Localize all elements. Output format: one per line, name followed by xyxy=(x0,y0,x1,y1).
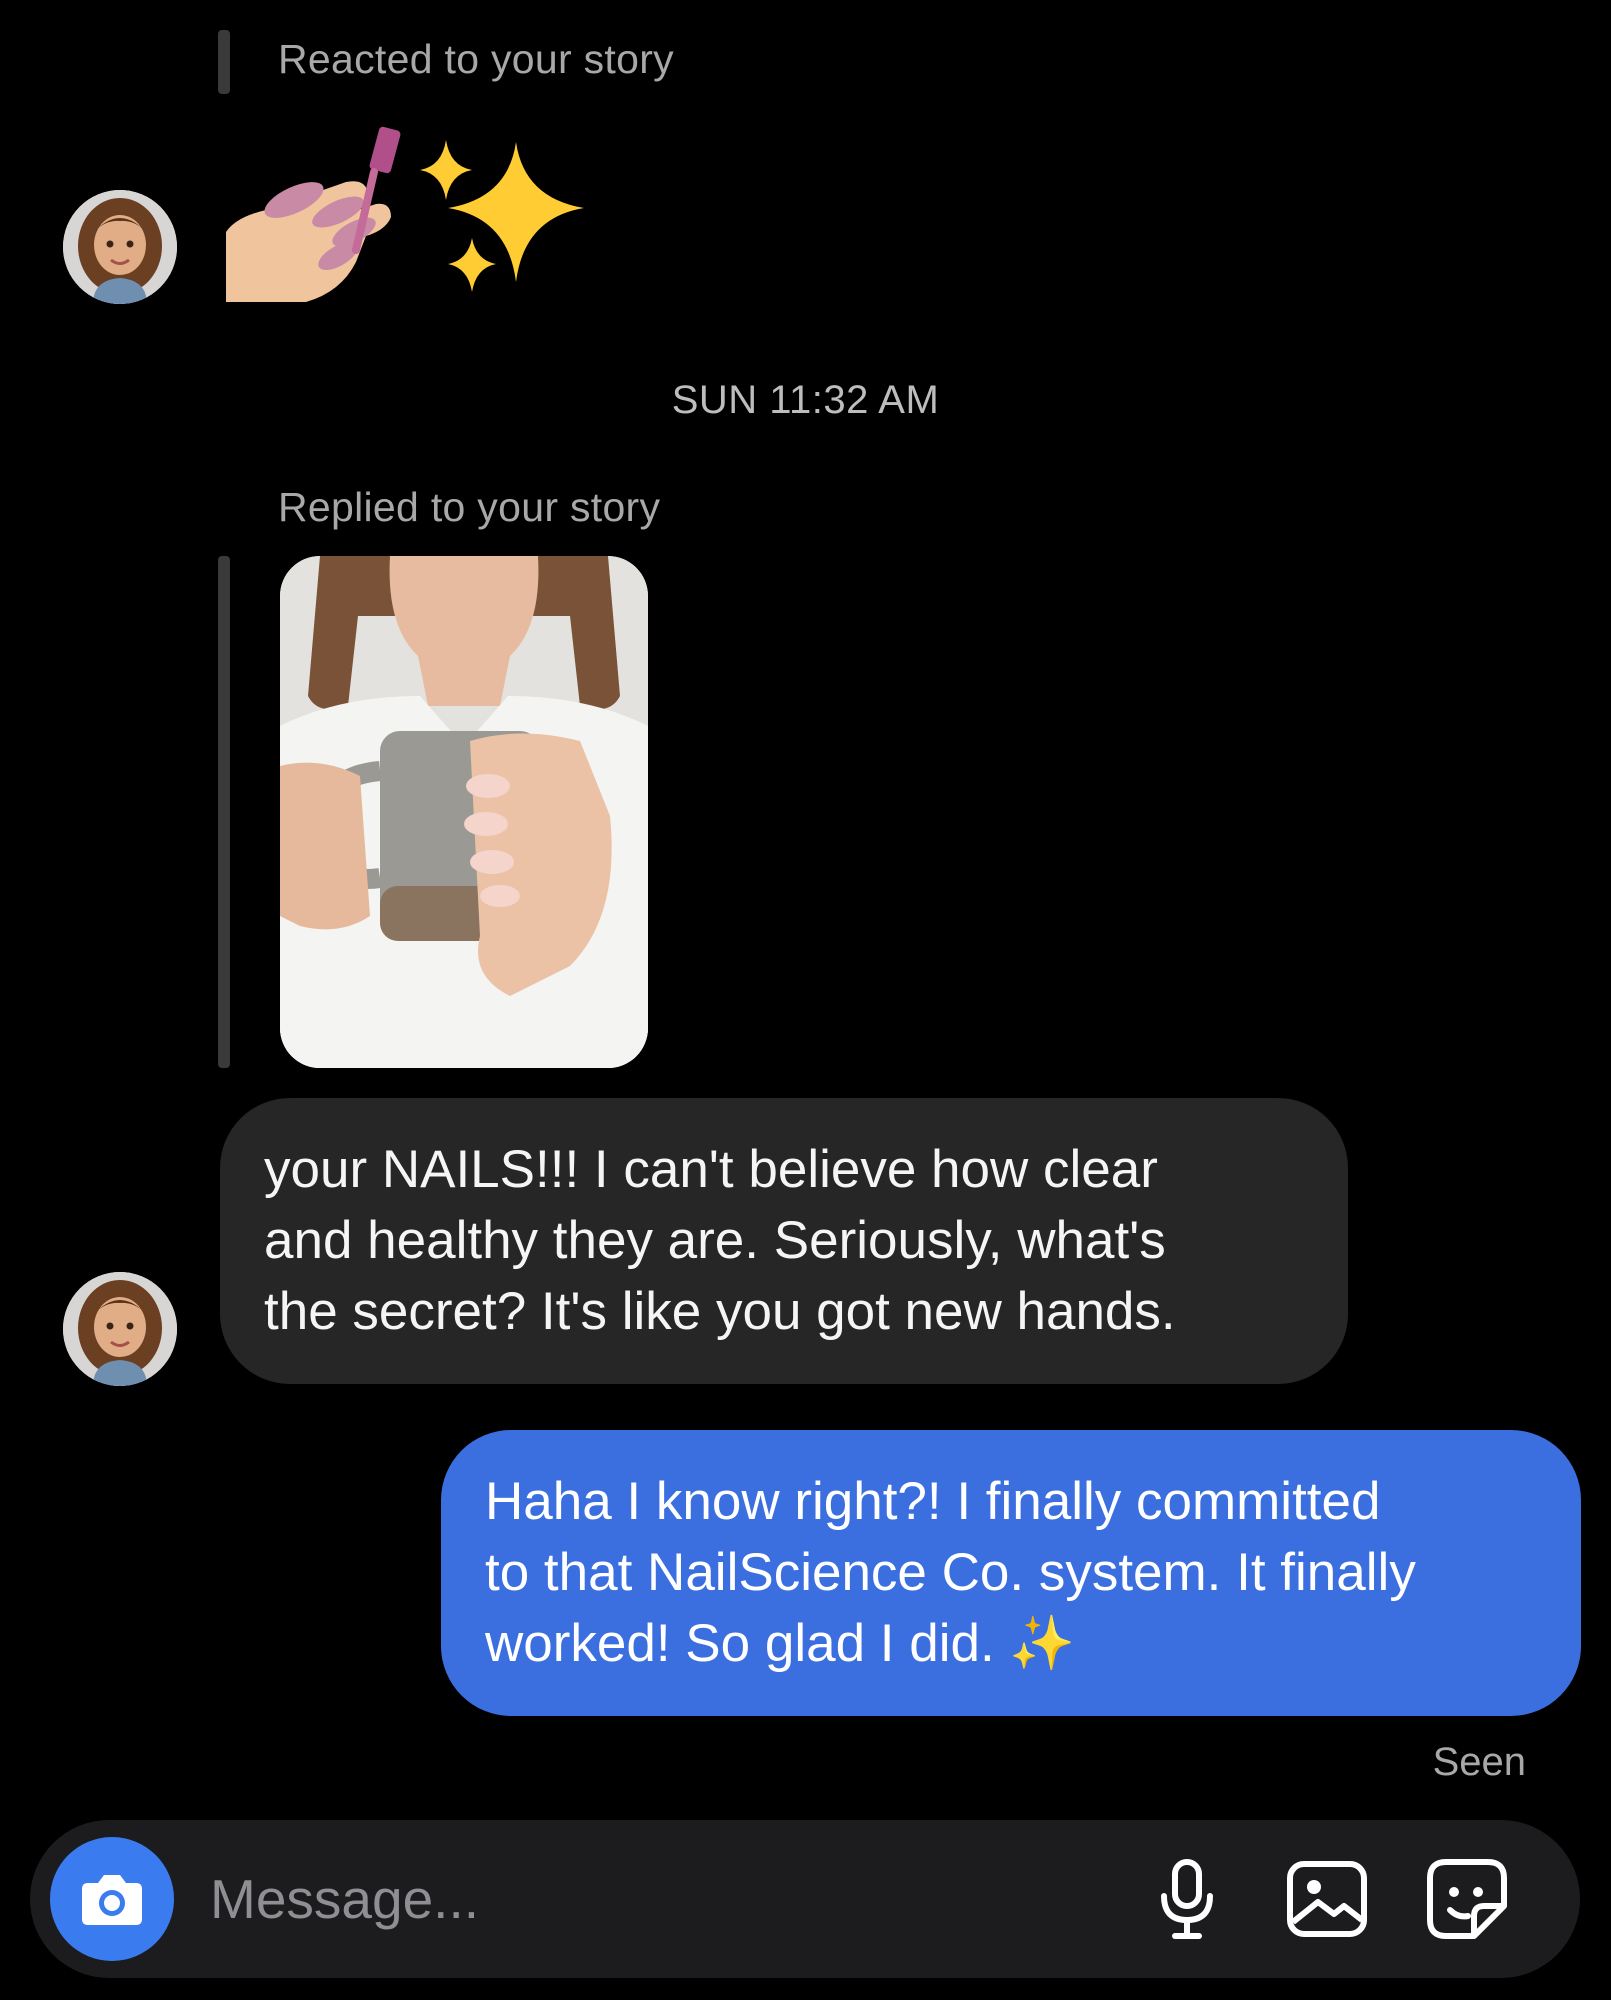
sticker-icon xyxy=(1427,1859,1507,1939)
camera-icon xyxy=(82,1875,142,1925)
message-composer xyxy=(30,1820,1580,1978)
woman-holding-mug-photo xyxy=(280,556,648,1068)
message-line: to that NailScience Co. system. It final… xyxy=(485,1543,1416,1602)
sender-avatar[interactable] xyxy=(63,1272,177,1386)
message-line: and healthy they are. Seriously, what's xyxy=(264,1211,1166,1270)
message-timestamp: SUN 11:32 AM xyxy=(671,378,940,422)
sticker-button[interactable] xyxy=(1422,1854,1512,1944)
gallery-button[interactable] xyxy=(1282,1854,1372,1944)
incoming-message-bubble[interactable]: your NAILS!!! I can't believe how clear … xyxy=(220,1098,1348,1384)
sender-avatar[interactable] xyxy=(63,190,177,304)
microphone-icon xyxy=(1161,1859,1213,1939)
message-line: your NAILS!!! I can't believe how clear xyxy=(264,1140,1158,1199)
message-line: Haha I know right?! I finally committed xyxy=(485,1472,1381,1531)
message-line: worked! So glad I did. ✨ xyxy=(485,1614,1076,1673)
story-reply-indicator xyxy=(218,556,230,1068)
message-input[interactable] xyxy=(210,1820,1110,1978)
story-thumbnail[interactable] xyxy=(280,556,648,1068)
gallery-icon xyxy=(1287,1861,1367,1937)
voice-message-button[interactable] xyxy=(1142,1854,1232,1944)
memoji-avatar-icon xyxy=(63,190,177,304)
memoji-avatar-icon xyxy=(63,1272,177,1386)
seen-status: Seen xyxy=(1432,1740,1526,1784)
reply-label: Replied to your story xyxy=(278,484,661,530)
camera-button[interactable] xyxy=(50,1837,174,1961)
reaction-label: Reacted to your story xyxy=(278,36,674,82)
message-line: the secret? It's like you got new hands. xyxy=(264,1282,1176,1341)
story-reply-indicator xyxy=(218,30,230,94)
reaction-emoji xyxy=(226,122,586,302)
outgoing-message-bubble[interactable]: Haha I know right?! I finally committed … xyxy=(441,1430,1581,1716)
